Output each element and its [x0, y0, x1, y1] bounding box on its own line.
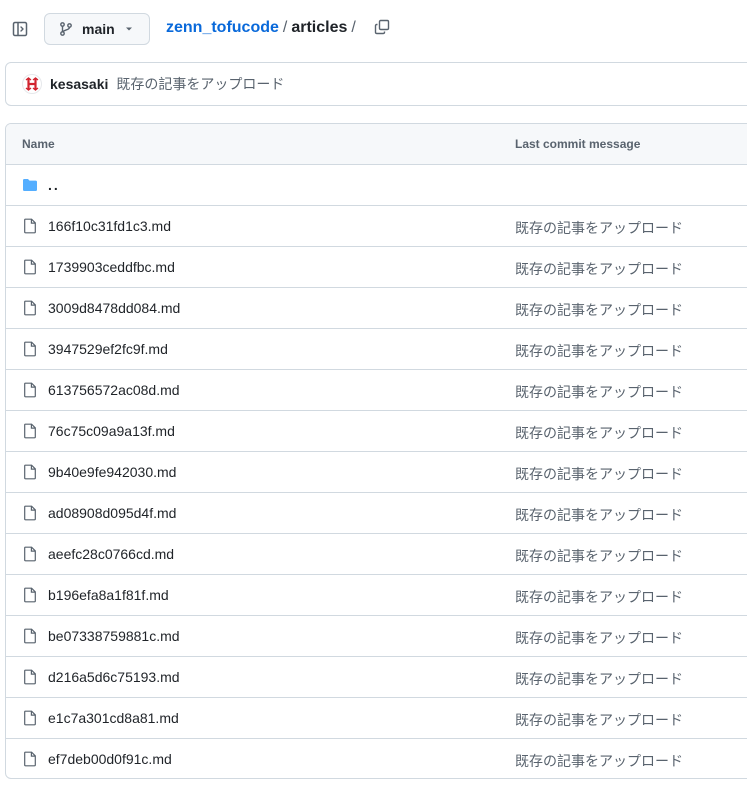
branch-selector-button[interactable]: main	[44, 13, 150, 45]
table-row[interactable]: 3009d8478dd084.md 既存の記事をアップロード	[6, 288, 747, 329]
file-icon	[22, 300, 38, 316]
parent-directory-row[interactable]: ..	[6, 165, 747, 206]
latest-commit-box: kesasaki 既存の記事をアップロード	[5, 62, 747, 106]
commit-message-link[interactable]: 既存の記事をアップロード	[515, 382, 683, 402]
file-name-link[interactable]: d216a5d6c75193.md	[48, 669, 180, 685]
commit-message-link[interactable]: 既存の記事をアップロード	[515, 505, 683, 525]
breadcrumb-repo-link[interactable]: zenn_tofucode	[166, 19, 279, 37]
file-icon	[22, 669, 38, 685]
branch-name: main	[82, 21, 115, 37]
file-icon	[22, 423, 38, 439]
file-name-link[interactable]: be07338759881c.md	[48, 628, 180, 644]
file-icon	[22, 382, 38, 398]
caret-down-icon	[124, 24, 134, 34]
avatar[interactable]	[22, 74, 42, 94]
commit-message-link[interactable]: 既存の記事をアップロード	[515, 669, 683, 689]
table-row[interactable]: be07338759881c.md 既存の記事をアップロード	[6, 616, 747, 657]
file-name-link[interactable]: aeefc28c0766cd.md	[48, 546, 174, 562]
copy-path-button[interactable]	[373, 18, 391, 36]
commit-message-link[interactable]: 既存の記事をアップロード	[515, 628, 683, 648]
file-name-link[interactable]: b196efa8a1f81f.md	[48, 587, 169, 603]
file-name-link[interactable]: 166f10c31fd1c3.md	[48, 218, 171, 234]
table-row[interactable]: 613756572ac08d.md 既存の記事をアップロード	[6, 370, 747, 411]
commit-message-link[interactable]: 既存の記事をアップロード	[515, 710, 683, 730]
commit-message-link[interactable]: 既存の記事をアップロード	[515, 341, 683, 361]
commit-message-link[interactable]: 既存の記事をアップロード	[515, 218, 683, 238]
file-icon	[22, 259, 38, 275]
sidebar-collapse-icon	[12, 21, 28, 37]
git-branch-icon	[58, 21, 74, 37]
file-icon	[22, 710, 38, 726]
file-name-link[interactable]: 9b40e9fe942030.md	[48, 464, 176, 480]
file-icon	[22, 505, 38, 521]
top-bar: main zenn_tofucode / articles /	[0, 0, 747, 58]
sidebar-toggle-button[interactable]	[10, 19, 30, 39]
commit-author-link[interactable]: kesasaki	[50, 76, 108, 92]
table-row[interactable]: ad08908d095d4f.md 既存の記事をアップロード	[6, 493, 747, 534]
breadcrumb-separator: /	[282, 19, 288, 36]
file-table: Name Last commit message .. 166f10c31fd1…	[5, 123, 747, 779]
table-row[interactable]: 3947529ef2fc9f.md 既存の記事をアップロード	[6, 329, 747, 370]
commit-message-link[interactable]: 既存の記事をアップロード	[515, 259, 683, 279]
breadcrumb: zenn_tofucode / articles /	[166, 18, 360, 38]
file-icon	[22, 341, 38, 357]
file-rows: 166f10c31fd1c3.md 既存の記事をアップロード 1739903cedd…	[6, 206, 747, 778]
file-name-link[interactable]: ef7deb00d0f91c.md	[48, 751, 172, 767]
breadcrumb-current-dir: articles	[291, 19, 348, 36]
table-row[interactable]: b196efa8a1f81f.md 既存の記事をアップロード	[6, 575, 747, 616]
parent-directory-link[interactable]: ..	[48, 177, 60, 193]
column-header-last-commit: Last commit message	[515, 137, 641, 151]
file-name-link[interactable]: 76c75c09a9a13f.md	[48, 423, 175, 439]
file-icon	[22, 546, 38, 562]
file-icon	[22, 628, 38, 644]
table-row[interactable]: 9b40e9fe942030.md 既存の記事をアップロード	[6, 452, 747, 493]
commit-message-link[interactable]: 既存の記事をアップロード	[515, 587, 683, 607]
file-name-link[interactable]: 1739903ceddfbc.md	[48, 259, 175, 275]
commit-message-link[interactable]: 既存の記事をアップロード	[515, 751, 683, 771]
page: main zenn_tofucode / articles / kesasaki…	[0, 0, 747, 809]
commit-message-link[interactable]: 既存の記事をアップロード	[515, 423, 683, 443]
column-header-name: Name	[22, 137, 55, 151]
file-icon	[22, 218, 38, 234]
commit-message-link[interactable]: 既存の記事をアップロード	[515, 546, 683, 566]
table-row[interactable]: aeefc28c0766cd.md 既存の記事をアップロード	[6, 534, 747, 575]
breadcrumb-trailing-separator: /	[351, 19, 356, 36]
commit-message-link[interactable]: 既存の記事をアップロード	[116, 74, 284, 94]
file-name-link[interactable]: 3947529ef2fc9f.md	[48, 341, 168, 357]
copy-icon	[374, 19, 390, 35]
table-row[interactable]: 76c75c09a9a13f.md 既存の記事をアップロード	[6, 411, 747, 452]
file-name-link[interactable]: 613756572ac08d.md	[48, 382, 180, 398]
table-row[interactable]: d216a5d6c75193.md 既存の記事をアップロード	[6, 657, 747, 698]
file-name-link[interactable]: 3009d8478dd084.md	[48, 300, 180, 316]
file-name-link[interactable]: e1c7a301cd8a81.md	[48, 710, 179, 726]
table-row[interactable]: 166f10c31fd1c3.md 既存の記事をアップロード	[6, 206, 747, 247]
file-icon	[22, 751, 38, 767]
file-icon	[22, 587, 38, 603]
commit-message-link[interactable]: 既存の記事をアップロード	[515, 300, 683, 320]
table-header: Name Last commit message	[6, 124, 747, 165]
file-icon	[22, 464, 38, 480]
file-name-link[interactable]: ad08908d095d4f.md	[48, 505, 176, 521]
table-row[interactable]: ef7deb00d0f91c.md 既存の記事をアップロード	[6, 739, 747, 778]
table-row[interactable]: 1739903ceddfbc.md 既存の記事をアップロード	[6, 247, 747, 288]
commit-message-link[interactable]: 既存の記事をアップロード	[515, 464, 683, 484]
table-row[interactable]: e1c7a301cd8a81.md 既存の記事をアップロード	[6, 698, 747, 739]
folder-icon	[22, 177, 38, 193]
